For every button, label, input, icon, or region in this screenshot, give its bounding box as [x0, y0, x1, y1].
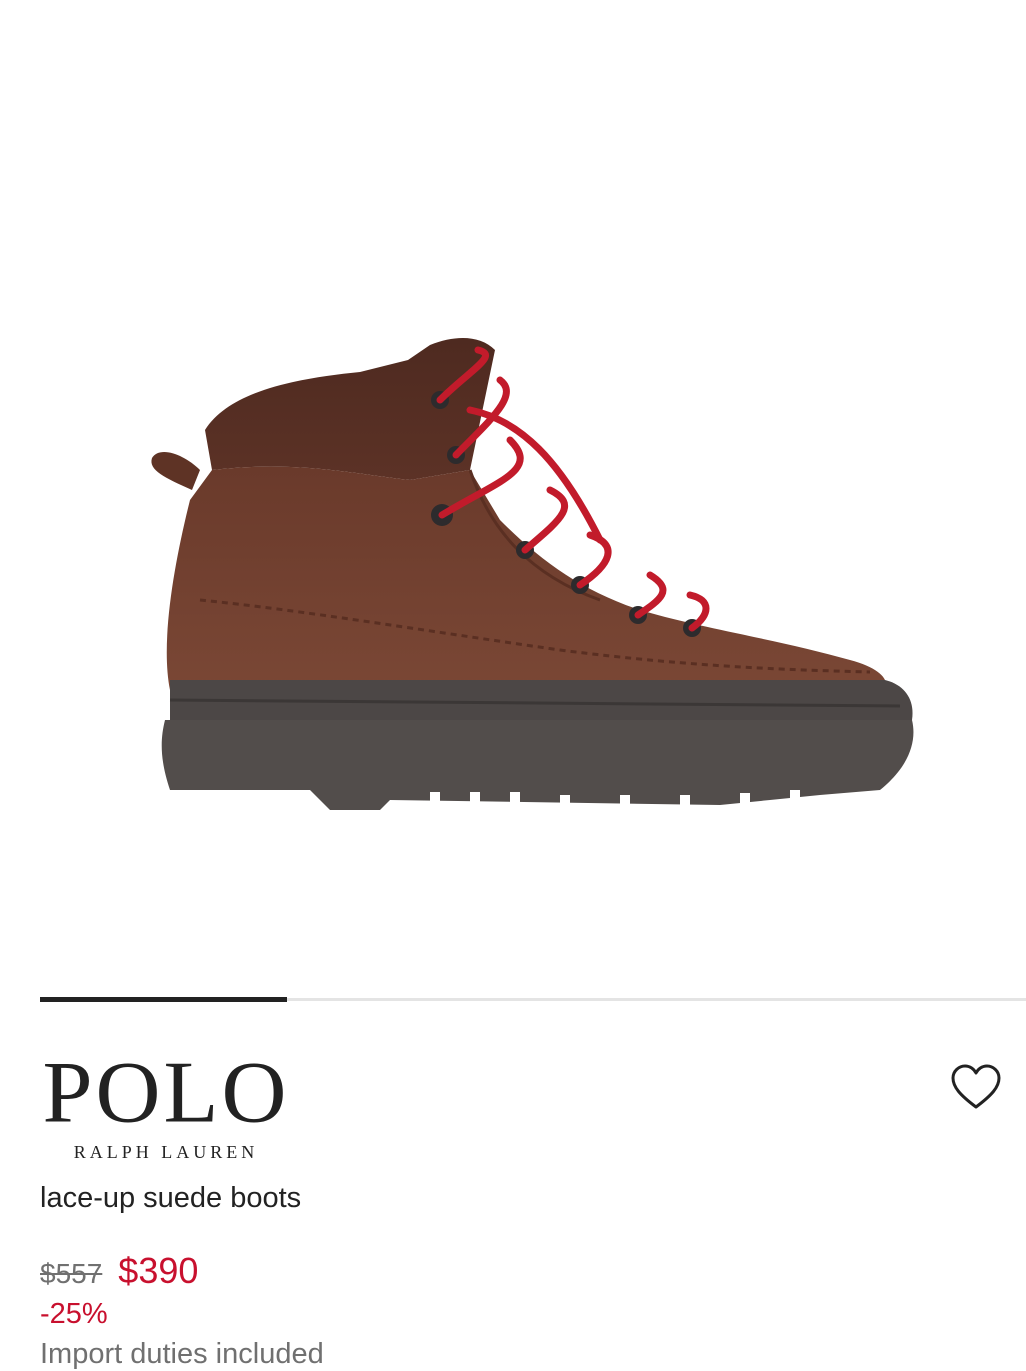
gallery-progress-track	[40, 997, 1026, 1002]
brand-logo[interactable]: POLO RALPH LAUREN	[38, 1048, 294, 1163]
product-image	[151, 338, 914, 813]
sale-price: $390	[118, 1250, 199, 1291]
price-row: $557 $390	[40, 1250, 198, 1292]
heart-outline-icon	[951, 1064, 1001, 1109]
discount-badge: -25%	[40, 1298, 108, 1330]
product-image-gallery[interactable]	[0, 0, 1026, 1002]
brand-logo-main: POLO	[42, 1044, 290, 1142]
original-price: $557	[40, 1258, 103, 1289]
duties-note: Import duties included	[40, 1338, 324, 1370]
wishlist-button[interactable]	[948, 1060, 1004, 1116]
brand-logo-sub: RALPH LAUREN	[73, 1142, 259, 1162]
gallery-progress-indicator	[40, 997, 287, 1002]
product-name: lace-up suede boots	[40, 1182, 302, 1214]
